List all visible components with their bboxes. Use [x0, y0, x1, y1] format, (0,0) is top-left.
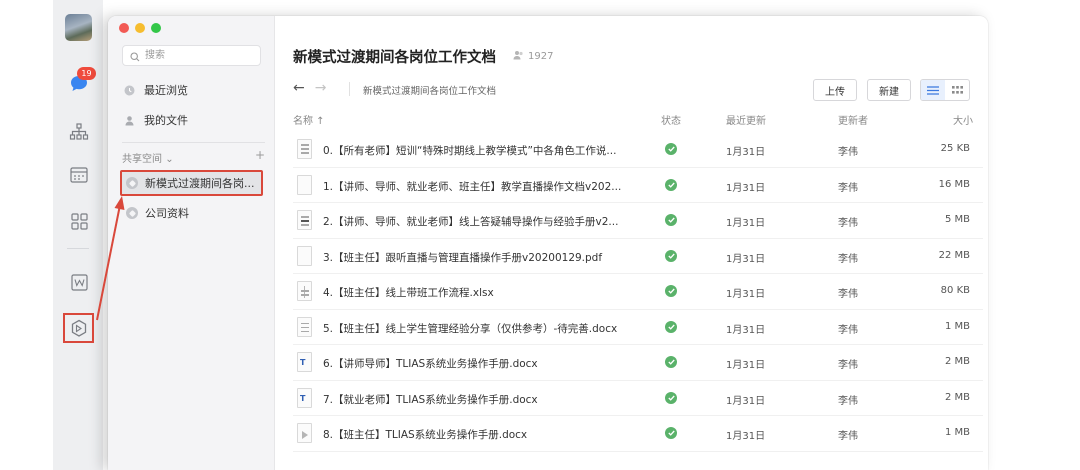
annotation-arrow: [96, 196, 125, 321]
screenshot-stage: 19 搜索 最近浏览 我的文件 共享空间 ⌄ + 新模式过渡期间各岗... 公司…: [0, 0, 1080, 470]
